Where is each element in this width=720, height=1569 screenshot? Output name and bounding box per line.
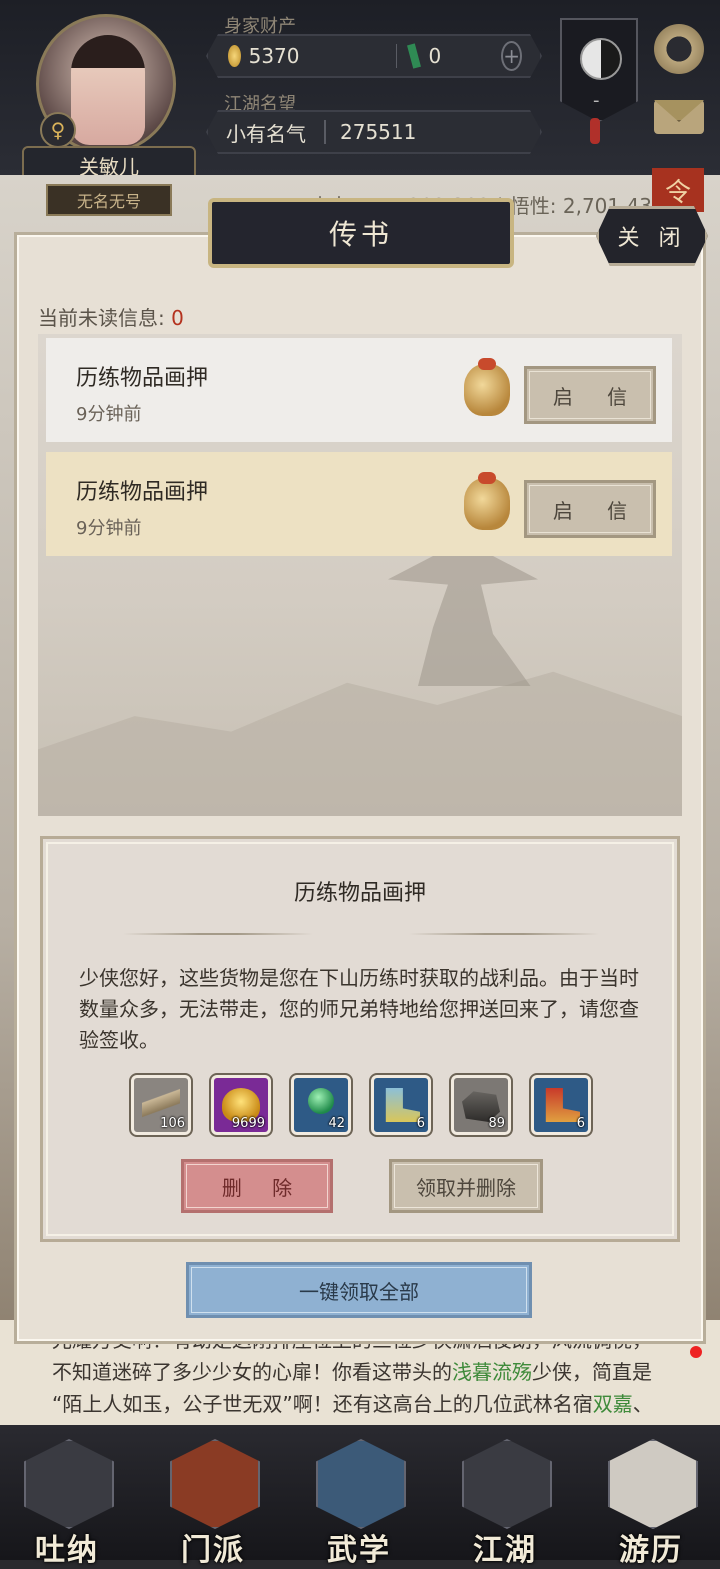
fame-bar: 小有名气 275511 [206,110,542,154]
claim-and-delete-button[interactable]: 领取并删除 [389,1159,543,1213]
nav-label: 武学 [327,1533,391,1568]
mail-time: 9分钟前 [76,518,142,539]
bottom-navigation: 吐纳 门派 武学 江湖 游历 [0,1425,720,1568]
ink-mountain-art [38,671,682,816]
iron-ore-icon[interactable]: 89 [449,1073,513,1137]
taiji-icon [580,38,622,80]
mail-detail-panel: 历练物品画押 少侠您好，这些货物是您在下山历练时获取的战利品。由于当时数量众多，… [40,836,680,1242]
mail-icon[interactable] [654,100,704,134]
open-mail-button[interactable]: 启 信 [524,366,656,424]
nav-label: 门派 [181,1533,245,1568]
sect-banner-icon [170,1439,260,1529]
bamboo-hat-icon [462,1439,552,1529]
fame-value: 275511 [340,120,417,144]
jade-icon [407,43,421,68]
add-currency-button[interactable]: + [501,41,522,71]
detail-body: 少侠您好，这些货物是您在下山历练时获取的战利品。由于当时数量众多，无法带走，您的… [79,966,639,1052]
jade-orb-icon[interactable]: 42 [289,1073,353,1137]
player-highlight[interactable]: 双嘉 [593,1392,633,1416]
open-mail-button[interactable]: 启 信 [524,480,656,538]
martial-book-icon [316,1439,406,1529]
dialog-title: 传书 [208,198,514,268]
mail-item[interactable]: 历练物品画押 9分钟前 启 信 [46,338,672,442]
close-button[interactable]: 关 闭 [596,206,708,266]
claim-all-button[interactable]: 一键领取全部 [186,1262,532,1318]
female-icon: ♀ [40,112,76,148]
command-token-button[interactable]: 令 [652,168,704,212]
nav-martial[interactable]: 武学 [304,1433,414,1568]
nav-travel[interactable]: 游历 [596,1433,706,1568]
reward-qty: 6 [416,1116,425,1131]
meditation-icon [24,1439,114,1529]
gear-icon[interactable] [654,24,704,74]
unread-count: 0 [171,306,184,330]
mail-time: 9分钟前 [76,404,142,425]
gold-amount: 5370 [248,44,300,68]
avatar-portrait [71,35,145,145]
unread-label: 当前未读信息: [38,306,165,330]
ornament-divider [123,933,313,935]
nav-sect[interactable]: 门派 [158,1433,268,1568]
money-bag-icon [464,358,510,416]
boots-red-icon[interactable]: 6 [529,1073,593,1137]
reward-qty: 9699 [231,1116,265,1131]
notification-dot [690,1346,702,1358]
gold-coin-icon [228,45,241,67]
jade-amount: 0 [428,44,442,68]
wood-icon[interactable]: 106 [129,1073,193,1137]
reward-qty: 89 [488,1116,505,1131]
boots-blue-icon[interactable]: 6 [369,1073,433,1137]
fame-title: 小有名气 [226,121,306,146]
gold-ingot-icon[interactable]: 9699 [209,1073,273,1137]
mail-title: 历练物品画押 [76,366,209,391]
player-title: 无名无号 [46,184,172,216]
reward-qty: 106 [160,1116,185,1131]
taiji-dash: - [593,90,600,111]
nav-label: 游历 [619,1533,683,1568]
wealth-bar: 5370 0 + [206,34,542,78]
bar-divider [396,44,397,68]
nav-label: 江湖 [473,1533,537,1568]
bar-divider [324,120,326,144]
ornament-divider [409,933,599,935]
detail-title: 历练物品画押 [293,881,426,906]
story-line: “陌上人如玉，公子世无双”啊！还有这高台上的几位武林名宿双嘉、 [52,1392,653,1416]
ink-figure-art [388,556,538,686]
nav-tuna[interactable]: 吐纳 [12,1433,122,1568]
horse-icon [608,1439,698,1529]
delete-button[interactable]: 删 除 [181,1159,333,1213]
mail-title: 历练物品画押 [76,480,209,505]
taiji-banner[interactable]: - [560,18,638,122]
player-highlight[interactable]: 浅暮流殇 [452,1360,532,1384]
nav-jianghu[interactable]: 江湖 [450,1433,560,1568]
money-bag-icon [464,472,510,530]
mail-list[interactable]: 历练物品画押 9分钟前 启 信 历练物品画押 9分钟前 启 信 [38,334,682,816]
top-status-bar: ♀ 关敏儿 身家财产 5370 0 + 江湖名望 小有名气 275511 - [0,0,720,184]
tassel-icon [590,118,600,144]
mail-item-selected[interactable]: 历练物品画押 9分钟前 启 信 [46,452,672,556]
reward-list: 106 9699 42 6 89 6 [129,1073,609,1139]
reward-qty: 42 [328,1116,345,1131]
nav-label: 吐纳 [35,1533,99,1568]
unread-info: 当前未读信息: 0 [38,302,184,331]
mail-flap [654,100,704,122]
reward-qty: 6 [576,1116,585,1131]
story-line: 不知道迷碎了多少少女的心扉！你看这带头的浅暮流殇少侠，简直是 [52,1360,652,1384]
